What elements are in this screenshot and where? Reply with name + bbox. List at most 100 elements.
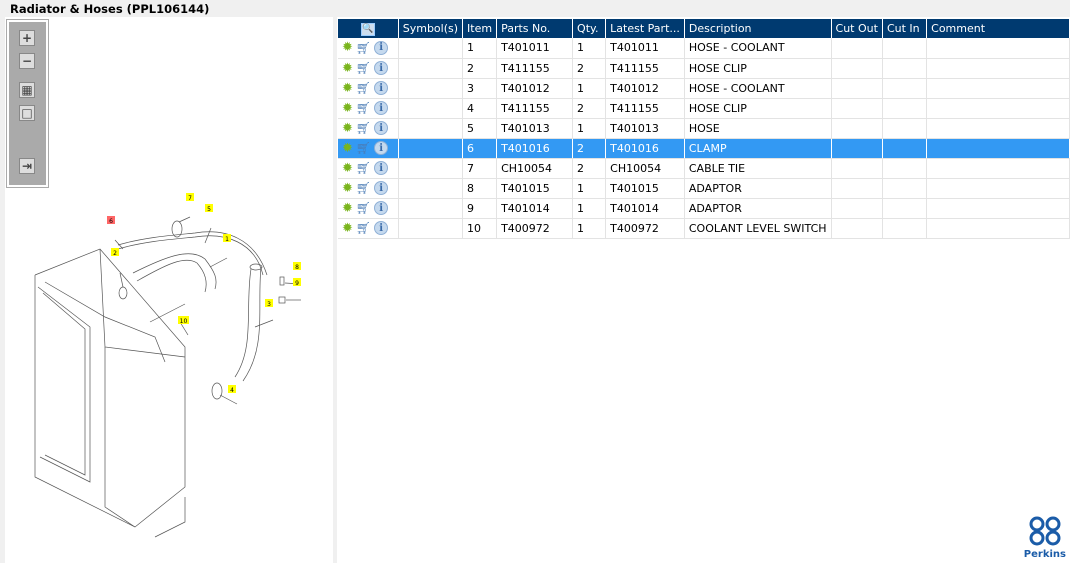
part-number-cell: T401013 — [496, 118, 574, 139]
callout-1[interactable]: 1 — [223, 234, 231, 243]
cart-icon[interactable]: 🛒︎ — [356, 82, 371, 94]
qty-cell: 1 — [572, 198, 607, 219]
cut-in-cell — [882, 198, 928, 219]
info-icon[interactable]: i — [374, 61, 389, 75]
gear-icon[interactable]: ✹ — [342, 82, 353, 95]
column-header[interactable]: Comment — [926, 19, 1070, 38]
callout-8[interactable]: 8 — [293, 262, 301, 271]
cart-icon[interactable]: 🛒︎ — [356, 122, 371, 134]
column-header[interactable]: Symbol(s) — [398, 19, 464, 38]
column-header[interactable]: Parts No. — [496, 19, 574, 38]
comment-cell — [926, 218, 1070, 239]
symbols-cell — [398, 78, 464, 99]
column-header[interactable]: Cut Out — [831, 19, 883, 38]
info-icon[interactable]: i — [374, 101, 389, 115]
gear-icon[interactable]: ✹ — [342, 62, 353, 75]
gear-icon[interactable]: ✹ — [342, 41, 353, 54]
description-cell: COOLANT LEVEL SWITCH — [684, 218, 832, 239]
table-row[interactable]: ✹ 🛒︎ i 10 T400972 1 T400972 COOLANT LEVEL … — [338, 218, 1070, 239]
table-row[interactable]: ✹ 🛒︎ i 8 T401015 1 T401015 ADAPTOR — [338, 178, 1070, 199]
latest-part-cell: T401013 — [605, 118, 685, 139]
info-icon[interactable]: i — [374, 181, 389, 195]
part-number-cell: CH10054 — [496, 158, 574, 179]
column-header[interactable]: Cut In — [882, 19, 928, 38]
info-icon[interactable]: i — [374, 201, 389, 215]
latest-part-cell: T401015 — [605, 178, 685, 199]
cut-in-cell — [882, 98, 928, 119]
diagram-panel[interactable]: 7 5 6 1 2 8 9 3 10 4 + − ▦ □ ⇥ — [5, 17, 333, 563]
info-icon[interactable]: i — [374, 81, 389, 95]
callout-5[interactable]: 5 — [205, 204, 213, 213]
cut-in-cell — [882, 118, 928, 139]
info-icon[interactable]: i — [374, 141, 389, 155]
table-row[interactable]: ✹ 🛒︎ i 1 T401011 1 T401011 HOSE - COOLANT — [338, 38, 1070, 59]
gear-icon[interactable]: ✹ — [342, 182, 353, 195]
gear-icon[interactable]: ✹ — [342, 102, 353, 115]
header-find[interactable]: 🔍 — [338, 19, 399, 38]
cart-icon[interactable]: 🛒︎ — [356, 162, 371, 174]
callout-9[interactable]: 9 — [293, 278, 301, 287]
symbols-cell — [398, 138, 464, 159]
table-row[interactable]: ✹ 🛒︎ i 9 T401014 1 T401014 ADAPTOR — [338, 198, 1070, 219]
info-icon[interactable]: i — [374, 121, 389, 135]
description-cell: HOSE CLIP — [684, 58, 832, 79]
table-row[interactable]: ✹ 🛒︎ i 3 T401012 1 T401012 HOSE - COOLANT — [338, 78, 1070, 99]
svg-text:9: 9 — [295, 280, 299, 287]
cut-out-cell — [831, 38, 883, 59]
cut-out-cell — [831, 178, 883, 199]
fit-all-button[interactable]: ▦ — [19, 82, 35, 98]
callout-3[interactable]: 3 — [265, 299, 273, 308]
callout-7[interactable]: 7 — [186, 193, 194, 202]
info-icon[interactable]: i — [374, 161, 389, 175]
gear-icon[interactable]: ✹ — [342, 142, 353, 155]
perkins-logo-mark — [1029, 516, 1061, 546]
info-icon[interactable]: i — [374, 40, 389, 55]
cut-in-cell — [882, 78, 928, 99]
qty-cell: 1 — [572, 78, 607, 99]
page-title: Radiator & Hoses (PPL106144) — [10, 2, 210, 16]
table-row[interactable]: ✹ 🛒︎ i 7 CH10054 2 CH10054 CABLE TIE — [338, 158, 1070, 179]
info-icon[interactable]: i — [374, 221, 389, 235]
column-header[interactable]: Description — [684, 19, 832, 38]
fit-box-button[interactable]: □ — [19, 105, 35, 121]
table-row[interactable]: ✹ 🛒︎ i 4 T411155 2 T411155 HOSE CLIP — [338, 98, 1070, 119]
table-row[interactable]: ✹ 🛒︎ i 5 T401013 1 T401013 HOSE — [338, 118, 1070, 139]
gear-icon[interactable]: ✹ — [342, 122, 353, 135]
column-header[interactable]: Qty. — [572, 19, 607, 38]
cart-icon[interactable]: 🛒︎ — [356, 142, 371, 154]
qty-cell: 1 — [572, 178, 607, 199]
perkins-logo: Perkins — [1024, 516, 1066, 560]
perkins-logo-text: Perkins — [1023, 549, 1066, 560]
svg-text:10: 10 — [180, 318, 188, 325]
column-header[interactable]: Item — [462, 19, 498, 38]
callout-2[interactable]: 2 — [111, 248, 119, 257]
zoom-in-button[interactable]: + — [19, 30, 35, 46]
table-row[interactable]: ✹ 🛒︎ i 6 T401016 2 T401016 CLAMP — [338, 138, 1070, 159]
zoom-out-button[interactable]: − — [19, 53, 35, 69]
gear-icon[interactable]: ✹ — [342, 162, 353, 175]
symbols-cell — [398, 98, 464, 119]
find-icon[interactable]: 🔍 — [360, 23, 375, 36]
cart-icon[interactable]: 🛒︎ — [356, 62, 371, 74]
svg-text:3: 3 — [267, 301, 271, 308]
symbols-cell — [398, 118, 464, 139]
cart-icon[interactable]: 🛒︎ — [356, 182, 371, 194]
cart-icon[interactable]: 🛒︎ — [356, 222, 371, 234]
gear-icon[interactable]: ✹ — [342, 202, 353, 215]
callout-10[interactable]: 10 — [178, 316, 189, 325]
callout-4[interactable]: 4 — [228, 385, 236, 394]
cart-icon[interactable]: 🛒︎ — [356, 42, 371, 54]
column-header[interactable]: Latest Part... — [605, 19, 685, 38]
cart-icon[interactable]: 🛒︎ — [356, 202, 371, 214]
cart-icon[interactable]: 🛒︎ — [356, 102, 371, 114]
latest-part-cell: CH10054 — [605, 158, 685, 179]
symbols-cell — [398, 58, 464, 79]
gear-icon[interactable]: ✹ — [342, 222, 353, 235]
table-row[interactable]: ✹ 🛒︎ i 2 T411155 2 T411155 HOSE CLIP — [338, 58, 1070, 79]
comment-cell — [926, 98, 1070, 119]
callout-6[interactable]: 6 — [107, 216, 115, 225]
toggle-panel-button[interactable]: ⇥ — [19, 158, 35, 174]
part-number-cell: T401014 — [496, 198, 574, 219]
part-number-cell: T401012 — [496, 78, 574, 99]
exploded-diagram[interactable]: 7 5 6 1 2 8 9 3 10 4 — [5, 17, 333, 563]
